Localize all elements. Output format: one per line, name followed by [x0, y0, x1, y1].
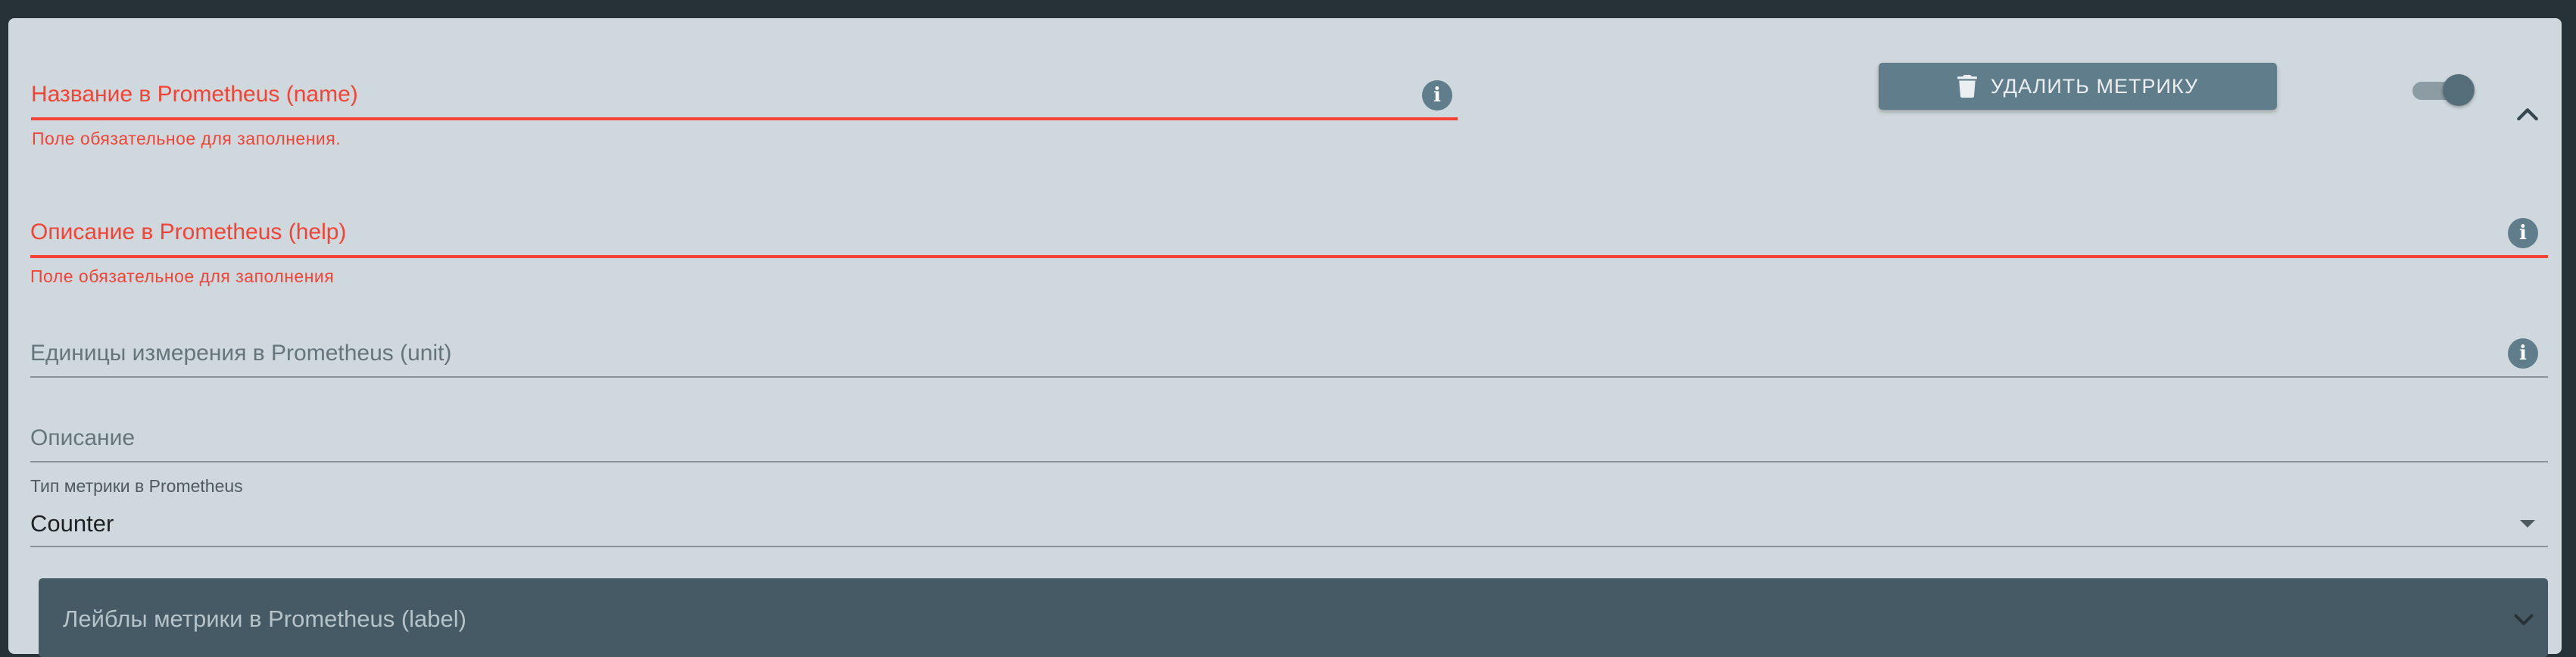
help-info-icon[interactable]: i: [2508, 218, 2538, 248]
unit-field-placeholder: Единицы измерения в Prometheus (unit): [30, 341, 452, 366]
name-field-placeholder: Название в Prometheus (name): [31, 82, 358, 107]
toggle-knob: [2443, 74, 2475, 106]
name-field-error: Поле обязательное для заполнения.: [32, 129, 341, 148]
metric-card: Название в Prometheus (name) i Поле обяз…: [8, 18, 2562, 657]
trash-icon: [1957, 75, 1977, 98]
unit-field-underline: [30, 376, 2548, 378]
description-field-underline: [30, 461, 2548, 462]
unit-info-icon[interactable]: i: [2508, 338, 2538, 369]
select-arrow-icon: [2520, 520, 2535, 528]
delete-metric-button[interactable]: УДАЛИТЬ МЕТРИКУ: [1879, 63, 2277, 110]
name-field-underline: [31, 117, 1458, 120]
help-field-error: Поле обязательное для заполнения: [30, 266, 335, 286]
labels-panel-title: Лейблы метрики в Prometheus (label): [63, 606, 466, 632]
metric-type-label: Тип метрики в Prometheus: [30, 476, 243, 496]
metric-type-value: Counter: [30, 510, 114, 537]
help-field-placeholder: Описание в Prometheus (help): [30, 220, 347, 244]
description-field-placeholder: Описание: [30, 425, 136, 450]
delete-metric-label: УДАЛИТЬ МЕТРИКУ: [1990, 74, 2199, 98]
labels-panel[interactable]: Лейблы метрики в Prometheus (label): [39, 578, 2548, 657]
chevron-down-icon: [2514, 614, 2534, 625]
chevron-up-icon[interactable]: [2512, 100, 2543, 130]
metric-type-underline: [30, 546, 2548, 547]
name-info-icon[interactable]: i: [1422, 80, 1452, 111]
enabled-toggle[interactable]: [2412, 73, 2476, 106]
help-field-underline: [30, 255, 2548, 258]
